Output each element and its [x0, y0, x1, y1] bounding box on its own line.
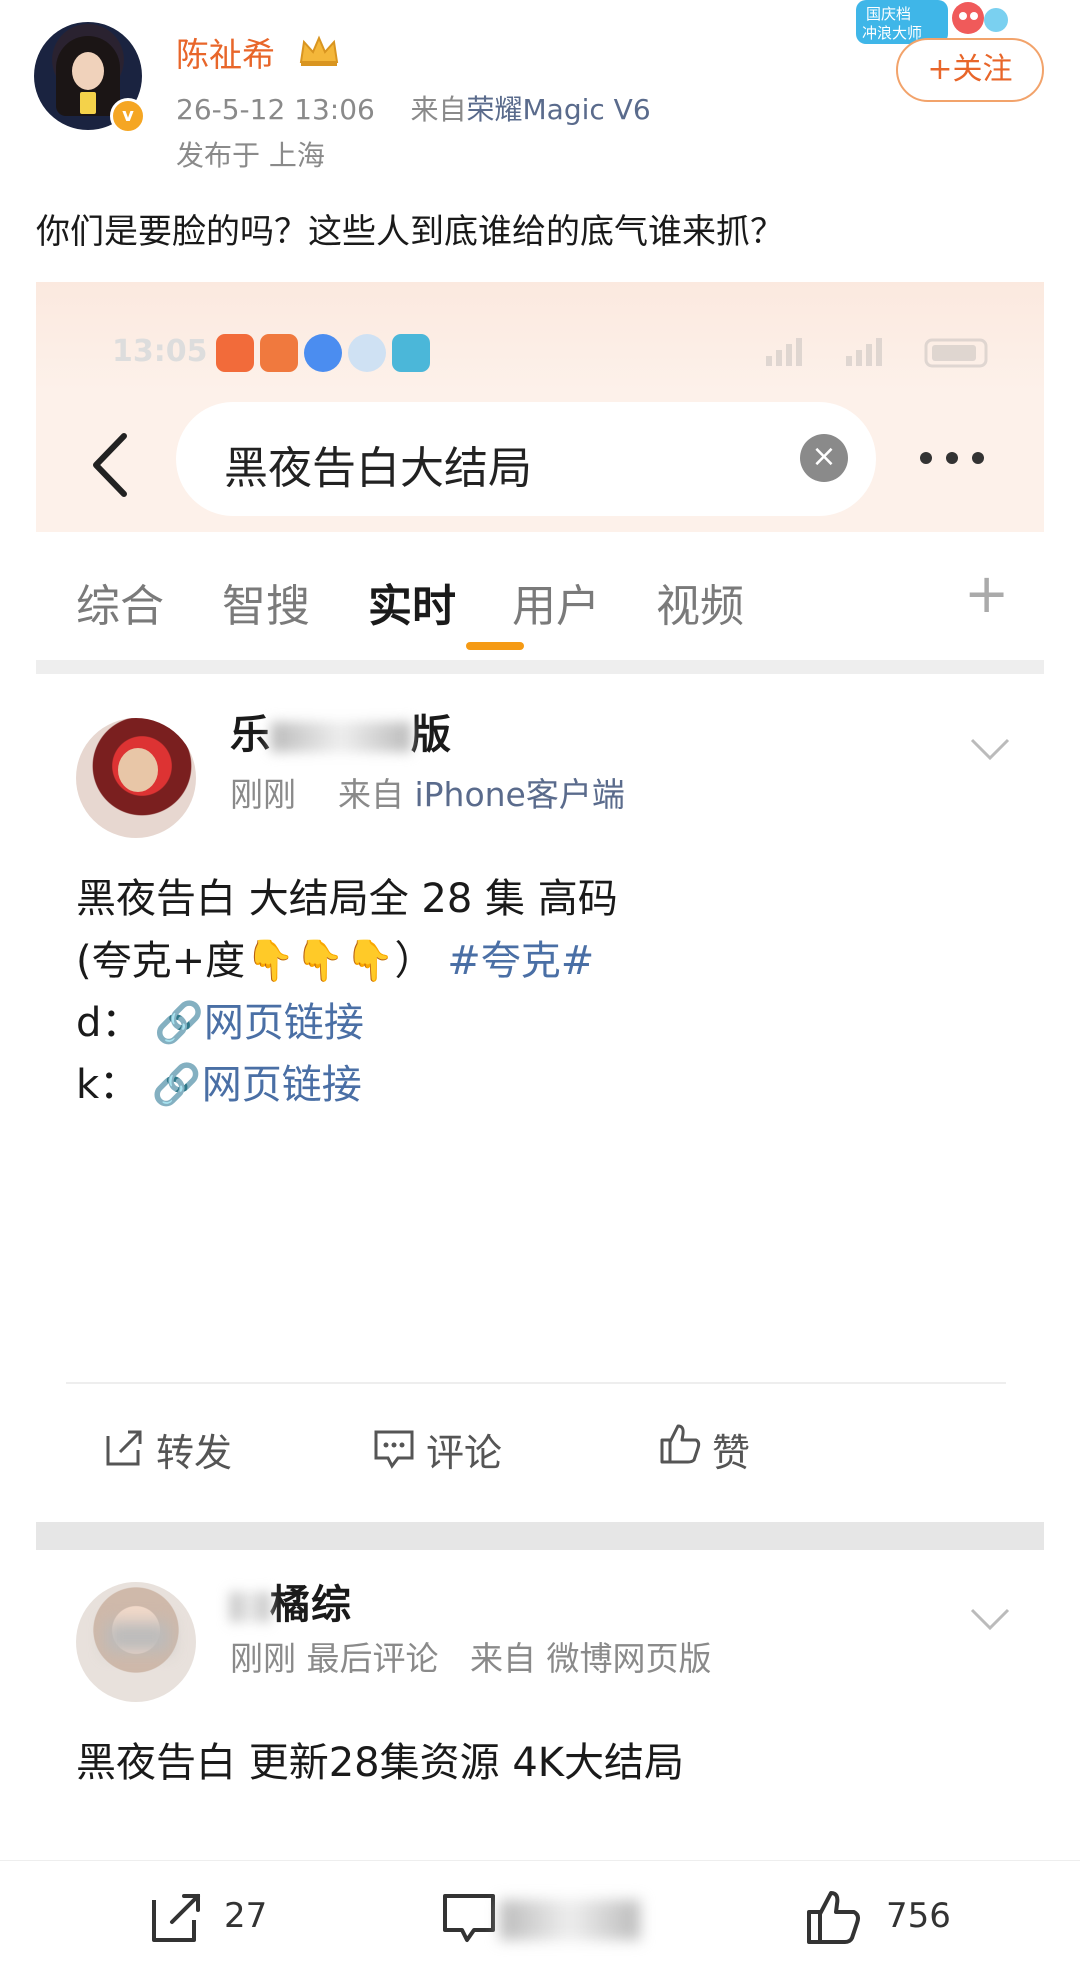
- card1-username-a: 乐: [230, 712, 271, 758]
- card1-source-prefix: 来自: [337, 775, 404, 814]
- comment-button[interactable]: 评论: [426, 1422, 502, 1477]
- embedded-screenshot[interactable]: 13:05 黑夜告白大结局 × 综合 智搜 实时 用户 视频 + 乐版 刚刚 来…: [36, 282, 1044, 1862]
- more-icon[interactable]: [916, 448, 988, 468]
- comment-icon[interactable]: [440, 1888, 498, 1946]
- card2-source-prefix: 来自: [469, 1639, 536, 1678]
- post-text: 你们是要脸的吗？这些人到底谁给的底气谁来抓？: [36, 212, 784, 252]
- card2-username-visible: 橘综: [270, 1582, 352, 1628]
- card2-meta-extra: 最后评论: [306, 1639, 439, 1678]
- search-query[interactable]: 黑夜告白大结局: [224, 432, 532, 496]
- chat-app-icon: [304, 334, 342, 372]
- divider: [36, 660, 1044, 674]
- blurred-text: [230, 1592, 270, 1622]
- card1-source: iPhone客户端: [414, 775, 625, 814]
- link-icon: 🔗: [154, 1000, 204, 1046]
- follow-button[interactable]: +关注: [896, 38, 1044, 102]
- card2-source: 微博网页版: [546, 1639, 712, 1678]
- back-arrow-icon[interactable]: [86, 430, 136, 500]
- web-link[interactable]: 🔗网页链接: [154, 1000, 364, 1046]
- card1-link-d: d： 🔗网页链接: [76, 1000, 364, 1046]
- card1-link-k: k： 🔗网页链接: [76, 1062, 362, 1108]
- like-button[interactable]: 赞: [712, 1422, 750, 1477]
- promo-badge-line1: 国庆档: [866, 5, 911, 23]
- repost-button[interactable]: 转发: [156, 1422, 232, 1477]
- card2-meta: 刚刚 最后评论 来自 微博网页版: [230, 1632, 711, 1680]
- comment-icon[interactable]: [372, 1426, 416, 1470]
- thumbs-up-icon[interactable]: [804, 1888, 862, 1946]
- add-tab-icon[interactable]: +: [964, 562, 1009, 625]
- hashtag-link[interactable]: #夸克#: [447, 938, 594, 984]
- card2-username[interactable]: 橘综: [230, 1572, 352, 1630]
- author-name[interactable]: 陈祉希: [176, 28, 275, 76]
- repost-count: 27: [224, 1896, 268, 1936]
- chevron-down-icon[interactable]: [970, 1608, 1010, 1632]
- tab-videos[interactable]: 视频: [656, 570, 744, 634]
- post-timestamp: 26-5-12 13:06: [176, 93, 375, 126]
- card1-line1: 黑夜告白 大结局全 28 集 高码: [76, 876, 618, 922]
- signal-battery-icon: [766, 338, 988, 368]
- book-app-icon: [392, 334, 430, 372]
- active-tab-indicator: [466, 642, 524, 650]
- divider: [36, 1522, 1044, 1550]
- people-app-icon: [260, 334, 298, 372]
- card1-username-b: 版: [411, 712, 452, 758]
- clear-icon[interactable]: ×: [800, 434, 848, 482]
- repost-icon[interactable]: [148, 1888, 206, 1946]
- crown-icon: [299, 35, 339, 66]
- status-time: 13:05: [112, 334, 208, 369]
- card2-line1: 黑夜告白 更新28集资源 4K大结局: [76, 1740, 685, 1786]
- card2-time: 刚刚: [230, 1639, 296, 1678]
- link-icon: 🔗: [151, 1062, 202, 1108]
- thumbs-up-icon[interactable]: [658, 1422, 702, 1466]
- verified-badge-icon: v: [110, 98, 146, 134]
- card1-meta: 刚刚 来自 iPhone客户端: [230, 768, 625, 816]
- chevron-down-icon[interactable]: [970, 738, 1010, 762]
- post-location: 发布于 上海: [176, 139, 325, 172]
- heart-app-icon: [216, 334, 254, 372]
- card1-line2: (夸克+度👇👇👇） #夸克#: [76, 938, 595, 984]
- promo-badge-line2: 冲浪大师: [862, 24, 922, 42]
- post-meta: 26-5-12 13:06 来自荣耀Magic V6: [176, 88, 651, 128]
- source-prefix: 来自: [410, 93, 467, 126]
- dot-app-icon: [348, 334, 386, 372]
- tab-comprehensive[interactable]: 综合: [76, 570, 164, 634]
- tab-smart-search[interactable]: 智搜: [222, 570, 310, 634]
- repost-icon[interactable]: [102, 1426, 146, 1470]
- tab-realtime[interactable]: 实时: [368, 570, 456, 634]
- blurred-text: [271, 722, 411, 752]
- source-device[interactable]: 荣耀Magic V6: [467, 93, 651, 126]
- card-separator: [66, 1382, 1006, 1384]
- card2-avatar[interactable]: [76, 1582, 196, 1702]
- blurred-comment-count: [500, 1900, 640, 1940]
- pointing-down-emoji: 👇👇👇: [245, 938, 395, 984]
- web-link[interactable]: 🔗网页链接: [152, 1062, 362, 1108]
- like-count: 756: [886, 1896, 951, 1936]
- tab-users[interactable]: 用户: [512, 570, 600, 634]
- card1-avatar[interactable]: [76, 718, 196, 838]
- card1-username[interactable]: 乐版: [230, 702, 452, 760]
- card1-time: 刚刚: [230, 775, 296, 814]
